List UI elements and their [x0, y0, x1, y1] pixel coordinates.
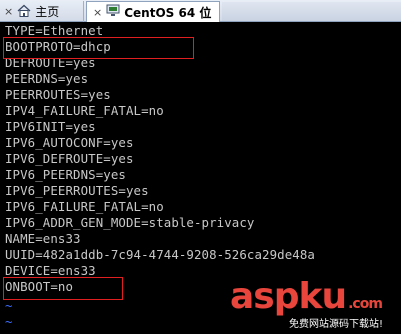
terminal-line: UUID=482a1ddb-7c94-4744-9208-526ca29de48… [5, 247, 315, 262]
terminal-line: IPV6_PEERROUTES=yes [5, 183, 149, 198]
terminal-line: PEERROUTES=yes [5, 87, 111, 102]
terminal-line: IPV6_ADDR_GEN_MODE=stable-privacy [5, 215, 255, 230]
highlight-box-onboot [3, 277, 123, 300]
home-icon [17, 4, 31, 20]
watermark-com: .com [348, 296, 383, 312]
tab-centos[interactable]: × CentOS 64 位 [86, 1, 220, 22]
terminal-line: IPV6_PEERDNS=yes [5, 167, 126, 182]
terminal-line: IPV6_FAILURE_FATAL=no [5, 199, 164, 214]
tab-bar: × 主页 × CentOS 64 位 [0, 0, 401, 22]
tab-home[interactable]: × 主页 [0, 1, 84, 22]
terminal-line: PEERDNS=yes [5, 71, 89, 86]
close-icon[interactable]: × [4, 5, 13, 18]
terminal-line: NAME=ens33 [5, 231, 81, 246]
terminal-line: IPV6_AUTOCONF=yes [5, 135, 134, 150]
tab-bar-empty [222, 2, 401, 21]
terminal-line: IPV6INIT=yes [5, 119, 96, 134]
watermark-logo: aspku .com [230, 276, 383, 317]
tab-home-label: 主页 [35, 5, 60, 19]
terminal-line: IPV4_FAILURE_FATAL=no [5, 103, 164, 118]
watermark-tagline: 免费网站源码下载站! [289, 319, 384, 330]
highlight-box-bootproto [3, 37, 194, 59]
tab-centos-label: CentOS 64 位 [124, 5, 212, 20]
terminal-tilde: ~ [5, 298, 13, 313]
watermark-asp: asp [230, 276, 299, 317]
close-icon[interactable]: × [93, 6, 102, 19]
terminal-tilde: ~ [5, 314, 13, 329]
vm-icon [106, 4, 120, 20]
watermark-ku: ku [298, 276, 348, 317]
terminal-line: IPV6_DEFROUTE=yes [5, 151, 134, 166]
